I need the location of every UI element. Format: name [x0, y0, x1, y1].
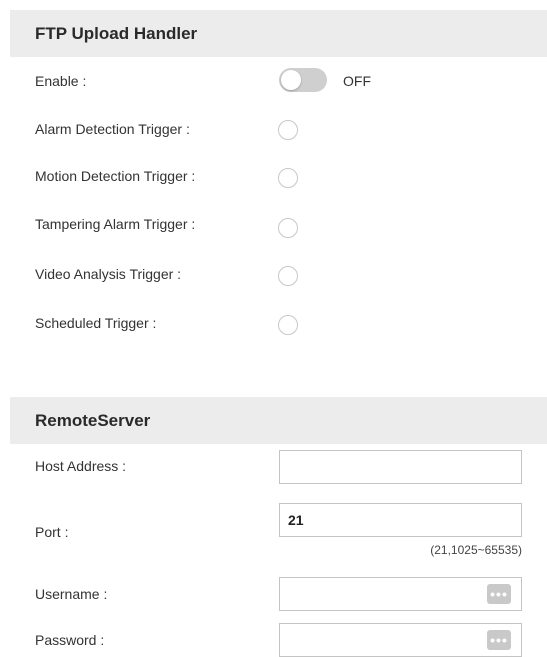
tampering-alarm-trigger-label: Tampering Alarm Trigger : — [35, 216, 196, 232]
alarm-detection-trigger-radio[interactable] — [278, 120, 298, 140]
motion-detection-trigger-label: Motion Detection Trigger : — [35, 168, 196, 184]
host-address-label: Host Address : — [35, 458, 127, 474]
enable-toggle[interactable] — [279, 68, 327, 92]
video-analysis-trigger-radio[interactable] — [278, 266, 298, 286]
scheduled-trigger-radio[interactable] — [278, 315, 298, 335]
password-input[interactable] — [279, 623, 522, 657]
ftp-section-title: FTP Upload Handler — [35, 23, 198, 43]
password-label: Password : — [35, 632, 105, 648]
port-input[interactable] — [279, 503, 522, 537]
enable-label: Enable : — [35, 73, 87, 89]
ftp-section-header: FTP Upload Handler — [10, 10, 547, 57]
port-label: Port : — [35, 524, 69, 540]
video-analysis-trigger-label: Video Analysis Trigger : — [35, 266, 182, 282]
username-label: Username : — [35, 586, 108, 602]
scheduled-trigger-label: Scheduled Trigger : — [35, 315, 157, 331]
port-range-hint: (21,1025~65535) — [430, 543, 522, 557]
enable-state-text: OFF — [343, 73, 371, 89]
password-more-button[interactable]: ••• — [487, 630, 511, 650]
toggle-knob — [281, 70, 301, 90]
remote-server-section-title: RemoteServer — [35, 410, 151, 430]
alarm-detection-trigger-label: Alarm Detection Trigger : — [35, 121, 190, 137]
username-more-button[interactable]: ••• — [487, 584, 511, 604]
remote-server-section-header: RemoteServer — [10, 397, 547, 444]
username-input[interactable] — [279, 577, 522, 611]
tampering-alarm-trigger-radio[interactable] — [278, 218, 298, 238]
motion-detection-trigger-radio[interactable] — [278, 168, 298, 188]
host-address-input[interactable] — [279, 450, 522, 484]
